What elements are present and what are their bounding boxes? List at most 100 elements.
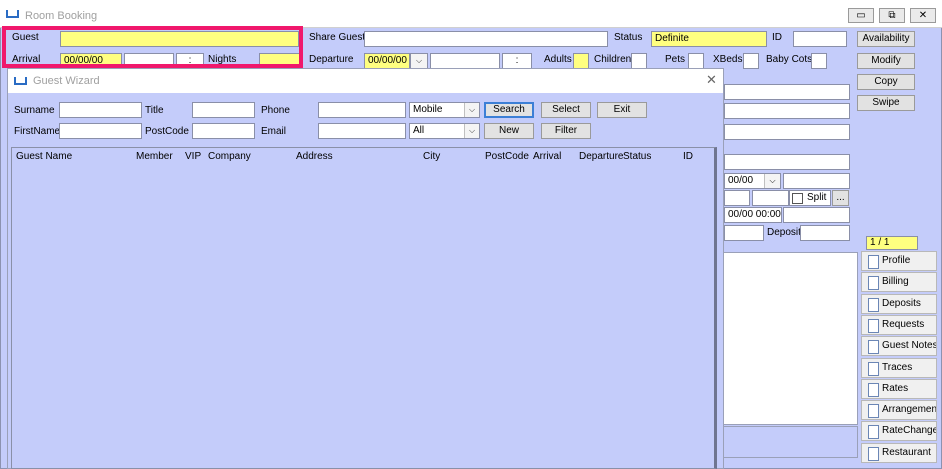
modify-button[interactable]: Modify [857,53,915,69]
split-checkbox-area: Split [789,190,831,206]
id-field[interactable] [793,31,847,47]
side-tab-arrangements[interactable]: Arrangements [861,400,937,421]
detail-field-7[interactable] [752,190,789,206]
document-icon [868,382,879,397]
side-tab-label: Rates [882,382,909,394]
postcode-field[interactable] [192,123,255,139]
column-header-guest-name[interactable]: Guest Name [16,150,72,164]
minimize-button[interactable]: ▭ [848,8,874,23]
side-tab-requests[interactable]: Requests [861,314,937,335]
adults-label: Adults [544,54,572,65]
pets-field[interactable] [688,53,704,69]
document-icon [868,404,879,419]
pets-label: Pets [665,54,686,65]
column-header-member[interactable]: Member [136,150,173,164]
side-tab-billing[interactable]: Billing [861,272,937,293]
xbeds-field[interactable] [743,53,759,69]
side-tab-label: Traces [882,361,913,373]
side-tab-restaurant[interactable]: Restaurant [861,442,937,463]
detail-field-2[interactable] [724,103,850,119]
children-field[interactable] [631,53,647,69]
detail-field-3[interactable] [724,124,850,140]
column-header-city[interactable]: City [423,150,440,164]
side-tab-guest-notes[interactable]: Guest Notes [861,336,937,357]
column-header-address[interactable]: Address [296,150,333,164]
side-tab-label: Requests [882,318,925,330]
booking-lower-panel [716,252,858,425]
split-checkbox[interactable] [792,193,803,204]
record-counter: 1 / 1 [866,236,918,250]
side-tab-label: Deposits [882,297,921,309]
departure-date-field[interactable]: 00/00/00 [364,53,410,69]
datetime-field[interactable]: 00/00 00:00 [724,207,782,223]
status-field[interactable]: Definite [651,31,767,47]
share-guest-field[interactable] [364,31,608,47]
xbeds-label: XBeds [713,54,743,65]
filter-scope-value: All [413,125,425,136]
new-button[interactable]: New [484,123,534,139]
departure-date-dropdown[interactable]: ⌵ [410,53,428,69]
firstname-field[interactable] [59,123,142,139]
side-tab-traces[interactable]: Traces [861,357,937,378]
column-header-vip[interactable]: VIP [185,150,201,164]
side-tab-label: Billing [882,276,909,288]
document-icon [868,318,879,333]
phone-type-select[interactable]: Mobile ⌵ [409,102,480,118]
phone-field[interactable] [318,102,406,118]
column-header-company[interactable]: Company [208,150,251,164]
availability-button[interactable]: Availability [857,31,915,47]
restore-button[interactable]: ⧉ [879,8,905,23]
departure-time-field[interactable] [430,53,500,69]
exit-button[interactable]: Exit [597,102,647,118]
deposit-label: Deposit [767,227,801,238]
chevron-down-icon: ⌵ [411,54,427,68]
side-tab-ratechange[interactable]: RateChange [861,421,937,442]
side-tab-profile[interactable]: Profile [861,251,937,271]
phone-type-value: Mobile [413,104,443,115]
column-header-id[interactable]: ID [683,150,693,164]
document-icon [868,276,879,291]
swipe-button[interactable]: Swipe [857,95,915,111]
baby-cots-label: Baby Cots [766,54,813,65]
surname-field[interactable] [59,102,142,118]
id-label: ID [772,32,782,43]
document-icon [868,297,879,312]
departure-time-minutes[interactable]: : [502,53,532,69]
wizard-close-icon[interactable]: ✕ [706,73,717,87]
guest-results-list[interactable] [11,147,717,469]
bed-icon [14,77,27,85]
adults-field[interactable] [573,53,589,69]
column-header-postcode[interactable]: PostCode [485,150,529,164]
close-button[interactable]: ✕ [910,8,936,23]
detail-field-5[interactable] [783,173,850,189]
title-field[interactable] [192,102,255,118]
ellipsis-button[interactable]: ... [832,190,849,206]
column-header-arrival[interactable]: Arrival [533,150,561,164]
surname-label: Surname [14,105,55,116]
departure-label: Departure [309,54,354,65]
detail-field-6[interactable] [724,190,750,206]
document-icon [868,361,879,376]
side-tab-deposits[interactable]: Deposits [861,293,937,314]
title-label: Title [145,105,164,116]
document-icon [868,425,879,440]
datetime-field-2[interactable] [783,207,850,223]
select-button[interactable]: Select [541,102,591,118]
side-tab-label: Restaurant [882,446,931,458]
document-icon [868,340,879,355]
column-header-departure[interactable]: Departure [579,150,623,164]
detail-field-8[interactable] [724,225,764,241]
side-tab-rates[interactable]: Rates [861,378,937,399]
bed-icon [6,10,19,18]
baby-cots-field[interactable] [811,53,827,69]
filter-scope-select[interactable]: All ⌵ [409,123,480,139]
detail-field-4[interactable] [724,154,850,170]
copy-button[interactable]: Copy [857,74,915,90]
filter-button[interactable]: Filter [541,123,591,139]
email-field[interactable] [318,123,406,139]
detail-field-1[interactable] [724,84,850,100]
column-header-status[interactable]: Status [623,150,651,164]
deposit-field[interactable] [800,225,850,241]
search-button[interactable]: Search [484,102,534,118]
highlight-annotation-box [2,26,303,68]
